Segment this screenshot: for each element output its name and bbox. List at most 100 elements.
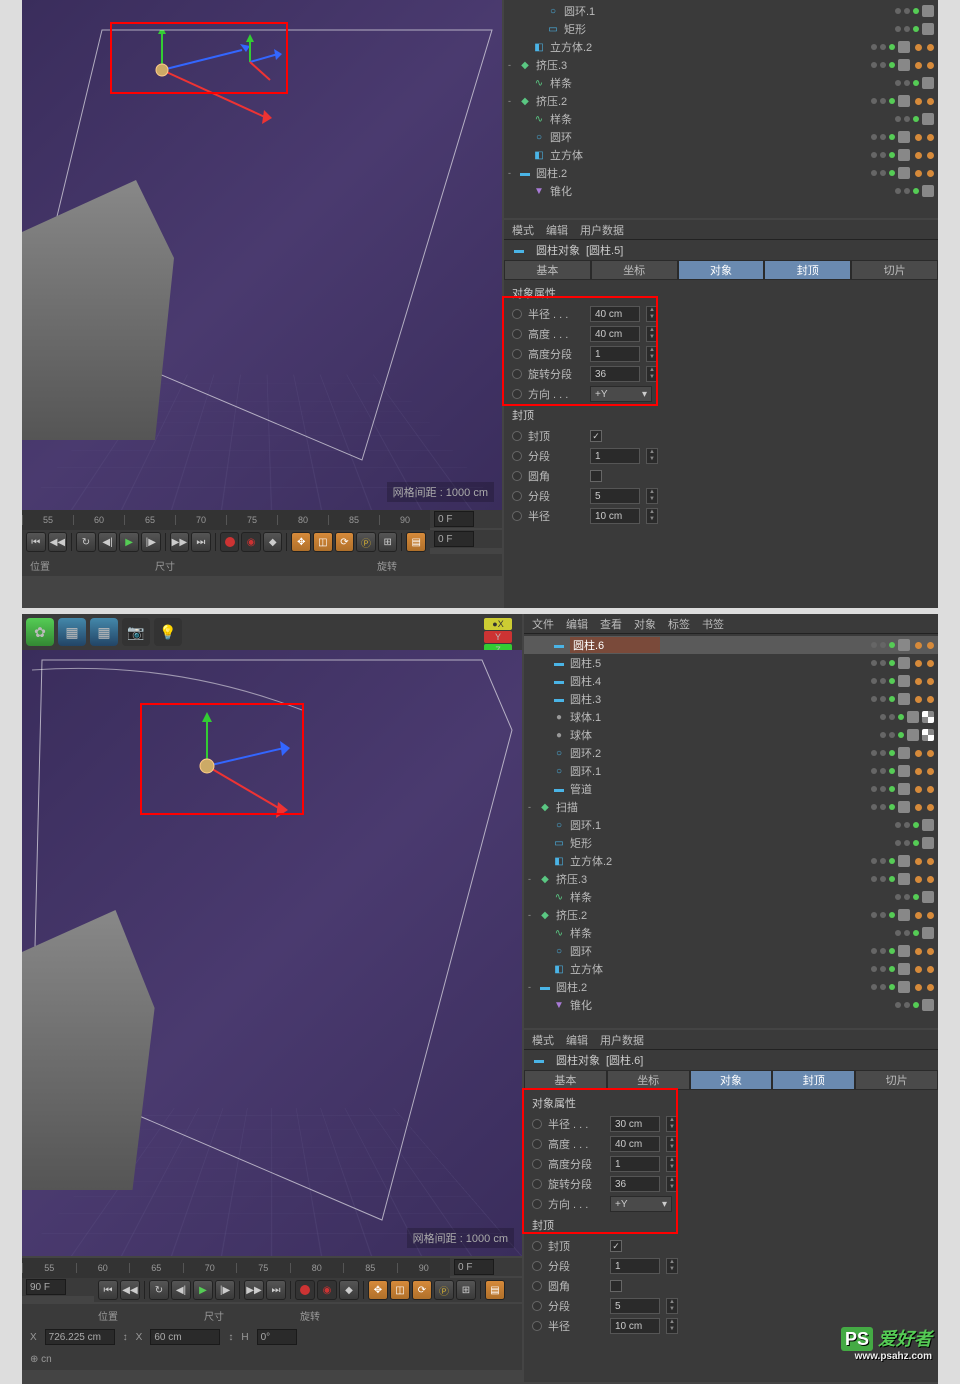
visibility-dot[interactable] xyxy=(904,80,910,86)
value-input[interactable]: 10 cm xyxy=(590,508,640,524)
visibility-dot[interactable] xyxy=(913,188,919,194)
tree-item[interactable]: ◧立方体.2 xyxy=(524,852,938,870)
expander-icon[interactable] xyxy=(542,712,552,722)
material-tag-icon[interactable] xyxy=(927,134,934,141)
menu-item[interactable]: 编辑 xyxy=(566,616,588,632)
visibility-dot[interactable] xyxy=(889,660,895,666)
expander-icon[interactable] xyxy=(522,78,532,88)
render-settings-button[interactable]: ▦ xyxy=(90,618,118,646)
visibility-dot[interactable] xyxy=(895,188,901,194)
visibility-dot[interactable] xyxy=(880,732,886,738)
visibility-dot[interactable] xyxy=(880,660,886,666)
expander-icon[interactable] xyxy=(522,150,532,160)
anim-dot[interactable] xyxy=(532,1301,542,1311)
menu-item[interactable]: 书签 xyxy=(702,616,724,632)
visibility-dot[interactable] xyxy=(880,678,886,684)
tag-icon[interactable] xyxy=(898,981,910,993)
coord-sx-input[interactable] xyxy=(150,1329,220,1345)
visibility-dot[interactable] xyxy=(913,894,919,900)
visibility-dot[interactable] xyxy=(913,822,919,828)
value-input[interactable]: 5 xyxy=(610,1298,660,1314)
tree-item[interactable]: ○圆环 xyxy=(504,128,938,146)
material-tag-icon[interactable] xyxy=(915,152,922,159)
menu-item[interactable]: 文件 xyxy=(532,616,554,632)
tree-item[interactable]: -▬圆柱.2 xyxy=(524,978,938,996)
tag-icon[interactable] xyxy=(898,149,910,161)
record-button[interactable] xyxy=(295,1280,315,1300)
anim-dot[interactable] xyxy=(532,1139,542,1149)
material-tag-icon[interactable] xyxy=(927,858,934,865)
value-input[interactable]: 36 xyxy=(590,366,640,382)
visibility-dot[interactable] xyxy=(880,786,886,792)
expander-icon[interactable]: - xyxy=(528,982,538,992)
anim-dot[interactable] xyxy=(512,491,522,501)
next-key-button[interactable]: ▶▶ xyxy=(244,1280,264,1300)
visibility-dot[interactable] xyxy=(880,696,886,702)
step-fwd-button[interactable]: |▶ xyxy=(215,1280,235,1300)
autokey-button[interactable]: ◉ xyxy=(317,1280,337,1300)
visibility-dot[interactable] xyxy=(913,8,919,14)
next-key-button[interactable]: ▶▶ xyxy=(170,532,190,552)
tab-基本[interactable]: 基本 xyxy=(524,1070,607,1090)
value-input[interactable]: 10 cm xyxy=(610,1318,660,1334)
tree-item[interactable]: ▭矩形 xyxy=(504,20,938,38)
visibility-dot[interactable] xyxy=(889,948,895,954)
tag-icon[interactable] xyxy=(922,819,934,831)
tree-item[interactable]: -▬圆柱.2 xyxy=(504,164,938,182)
visibility-dot[interactable] xyxy=(898,732,904,738)
anim-dot[interactable] xyxy=(532,1261,542,1271)
visibility-dot[interactable] xyxy=(889,170,895,176)
tree-item[interactable]: ○圆环.1 xyxy=(524,816,938,834)
coord-x-input[interactable] xyxy=(45,1329,115,1345)
visibility-dot[interactable] xyxy=(895,116,901,122)
loop-button[interactable]: ↻ xyxy=(76,532,96,552)
tree-item[interactable]: ▬圆柱.5 xyxy=(524,654,938,672)
visibility-dot[interactable] xyxy=(880,44,886,50)
visibility-dot[interactable] xyxy=(895,8,901,14)
checkbox[interactable]: ✓ xyxy=(610,1240,622,1252)
tree-item[interactable]: ○圆环.2 xyxy=(524,744,938,762)
viewport-bottom[interactable]: 网格间距 : 1000 cm xyxy=(22,650,522,1256)
tag-icon[interactable] xyxy=(922,185,934,197)
menu-item[interactable]: 模式 xyxy=(512,222,534,238)
step-fwd-button[interactable]: |▶ xyxy=(141,532,161,552)
value-input[interactable]: 30 cm xyxy=(610,1116,660,1132)
material-tag-icon[interactable] xyxy=(927,642,934,649)
prev-key-button[interactable]: ◀◀ xyxy=(120,1280,140,1300)
tree-item[interactable]: ○圆环.1 xyxy=(504,2,938,20)
visibility-dot[interactable] xyxy=(904,188,910,194)
visibility-dot[interactable] xyxy=(889,750,895,756)
tree-item[interactable]: ○圆环 xyxy=(524,942,938,960)
dropdown[interactable]: +Y▾ xyxy=(610,1196,672,1212)
tree-item[interactable]: ∿样条 xyxy=(524,924,938,942)
attribute-manager[interactable]: 模式编辑用户数据 ▬圆柱对象 [圆柱.5] 基本坐标对象封顶切片 对象属性 半径… xyxy=(504,220,938,608)
material-tag-icon[interactable] xyxy=(927,750,934,757)
visibility-dot[interactable] xyxy=(871,170,877,176)
tree-item[interactable]: ◧立方体.2 xyxy=(504,38,938,56)
material-tag-icon[interactable] xyxy=(927,912,934,919)
tag-icon[interactable] xyxy=(898,963,910,975)
tree-item[interactable]: ▼锥化 xyxy=(504,182,938,200)
material-tag-icon[interactable] xyxy=(927,984,934,991)
visibility-dot[interactable] xyxy=(889,44,895,50)
menu-item[interactable]: 用户数据 xyxy=(600,1032,644,1048)
point-key-button[interactable]: ⊞ xyxy=(456,1280,476,1300)
anim-dot[interactable] xyxy=(512,451,522,461)
spinner[interactable]: ▲▼ xyxy=(666,1156,678,1172)
visibility-dot[interactable] xyxy=(889,134,895,140)
visibility-dot[interactable] xyxy=(880,62,886,68)
anim-dot[interactable] xyxy=(512,431,522,441)
goto-start-button[interactable]: ⏮ xyxy=(26,532,46,552)
tree-item[interactable]: -◆挤压.2 xyxy=(504,92,938,110)
spinner[interactable]: ▲▼ xyxy=(646,306,658,322)
material-tag-icon[interactable] xyxy=(927,804,934,811)
tree-item[interactable]: -◆挤压.2 xyxy=(524,906,938,924)
anim-dot[interactable] xyxy=(532,1179,542,1189)
tab-封顶[interactable]: 封顶 xyxy=(764,260,851,280)
filmstrip-button[interactable]: ▤ xyxy=(485,1280,505,1300)
checkbox[interactable]: ✓ xyxy=(590,430,602,442)
tree-item[interactable]: ∿样条 xyxy=(504,74,938,92)
spinner[interactable]: ▲▼ xyxy=(646,488,658,504)
tree-item[interactable]: ▬圆柱.4 xyxy=(524,672,938,690)
tag-icon[interactable] xyxy=(898,95,910,107)
